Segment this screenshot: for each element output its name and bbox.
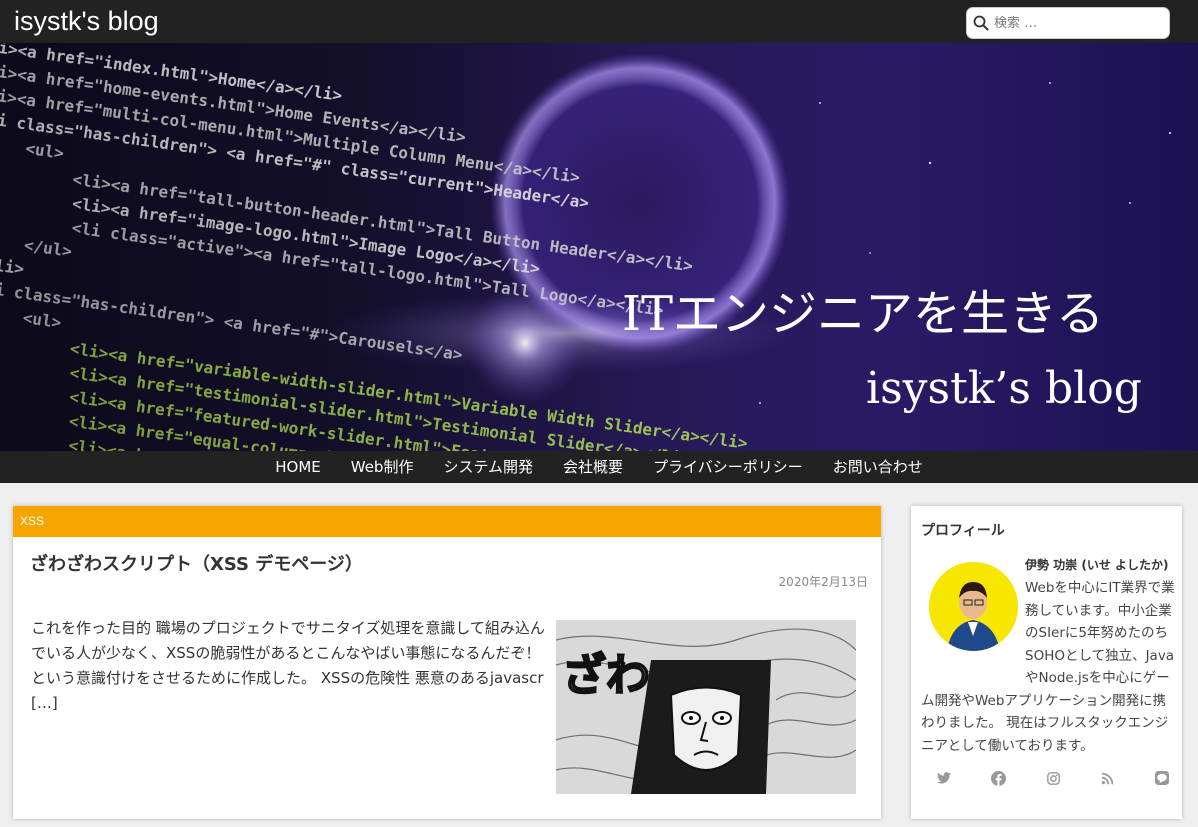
nav-item-company[interactable]: 会社概要 bbox=[548, 451, 638, 483]
search-input[interactable] bbox=[994, 15, 1164, 31]
main-nav: HOME Web制作 システム開発 会社概要 プライバシーポリシー お問い合わせ bbox=[0, 451, 1198, 483]
thumb-caption: ざわ bbox=[562, 650, 650, 701]
post-date: 2020年2月13日 bbox=[778, 575, 868, 589]
nav-item-system[interactable]: システム開発 bbox=[428, 451, 548, 483]
search-box[interactable] bbox=[966, 7, 1170, 39]
search-icon bbox=[973, 15, 989, 31]
profile-name: 伊勢 功崇 (いせ よしたか) bbox=[1025, 558, 1169, 572]
line-icon[interactable] bbox=[1151, 767, 1173, 789]
site-title[interactable]: isystk's blog bbox=[14, 4, 159, 38]
category-label[interactable]: XSS bbox=[13, 506, 881, 537]
facebook-icon[interactable] bbox=[988, 767, 1010, 789]
nav-item-home[interactable]: HOME bbox=[260, 451, 336, 483]
post-title[interactable]: ざわざわスクリプト（XSS デモページ） bbox=[30, 550, 363, 576]
hero-image: <li><a href="index.html">Home</a></li><l… bbox=[0, 43, 1198, 451]
post-thumbnail[interactable]: ざわ bbox=[556, 620, 856, 794]
post-card[interactable]: XSS ざわざわスクリプト（XSS デモページ） 2020年2月13日 これを作… bbox=[13, 506, 881, 819]
social-links bbox=[933, 767, 1173, 789]
hero-banner: <li><a href="index.html">Home</a></li><l… bbox=[0, 43, 1198, 451]
bio-spacer bbox=[921, 577, 1025, 673]
instagram-icon[interactable] bbox=[1042, 767, 1064, 789]
nav-item-web[interactable]: Web制作 bbox=[336, 451, 429, 483]
top-bar: isystk's blog bbox=[0, 0, 1198, 43]
profile-widget: プロフィール 伊勢 功崇 (いせ よしたか) Webを中心にIT業界で業務してい… bbox=[911, 506, 1182, 819]
nav-item-privacy[interactable]: プライバシーポリシー bbox=[638, 451, 818, 483]
hero-headline: ITエンジニアを生きる bbox=[622, 286, 1104, 342]
nav-item-contact[interactable]: お問い合わせ bbox=[818, 451, 938, 483]
profile-bio-container: Webを中心にIT業界で業務しています。中小企業のSIerに5年努めたのちSOH… bbox=[921, 577, 1175, 757]
rss-icon[interactable] bbox=[1097, 767, 1119, 789]
hero-subtitle: isystk’s blog bbox=[866, 363, 1142, 414]
profile-heading: プロフィール bbox=[921, 523, 1005, 539]
twitter-icon[interactable] bbox=[933, 767, 955, 789]
post-excerpt: これを作った目的 職場のプロジェクトでサニタイズ処理を意識して組み込んでいる人が… bbox=[31, 619, 545, 712]
